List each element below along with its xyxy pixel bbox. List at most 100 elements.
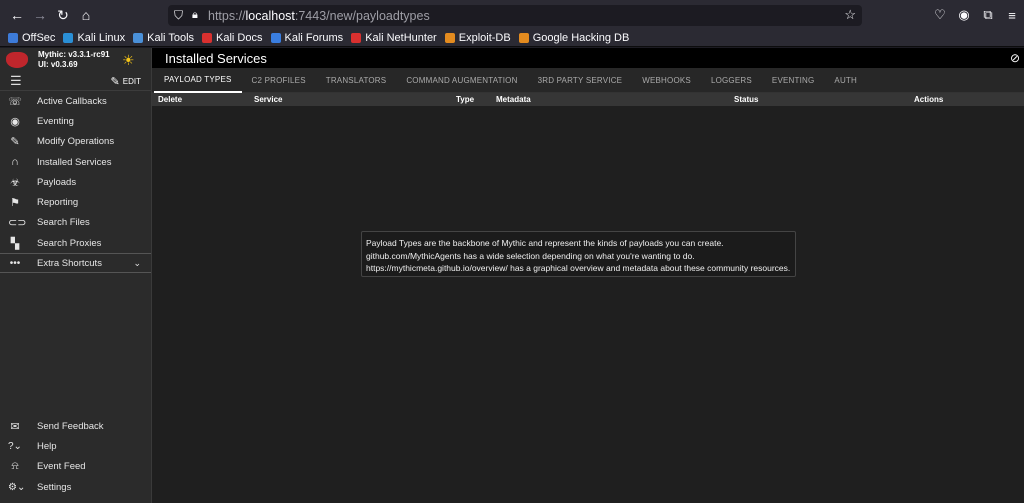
column-type: Type bbox=[456, 95, 475, 104]
bookmark-star-icon[interactable]: ☆ bbox=[844, 7, 856, 23]
extensions-icon[interactable]: ⧉ bbox=[976, 7, 1000, 23]
url-text[interactable]: https://localhost:7443/new/payloadtypes bbox=[208, 9, 430, 23]
bell-icon: ⍾ bbox=[11, 460, 19, 473]
sidebar-header: Mythic: v3.3.1-rc91 UI: v0.3.69 ☀ bbox=[0, 48, 151, 72]
info-message: Payload Types are the backbone of Mythic… bbox=[361, 231, 796, 277]
sidebar-item-send-feedback[interactable]: ✉ Send Feedback bbox=[0, 416, 151, 436]
sidebar-bottom-nav: ✉ Send Feedback ?⌄ Help ⍾ Event Feed ⚙⌄ Setting… bbox=[0, 416, 151, 497]
bookmark-favicon-icon bbox=[444, 33, 455, 43]
bookmark-favicon-icon bbox=[351, 33, 362, 43]
bookmark-item[interactable]: Kali Forums bbox=[270, 32, 344, 44]
tab-command-augmentation[interactable]: COMMAND AUGMENTATION bbox=[396, 68, 527, 93]
ui-version: UI: v0.3.69 bbox=[38, 60, 78, 69]
bookmarks-bar: OffSec Kali Linux Kali Tools Kali Docs Kali … bbox=[0, 30, 1024, 47]
home-icon[interactable]: ⌂ bbox=[75, 4, 97, 26]
bookmark-label: Kali Forums bbox=[284, 32, 344, 44]
sidebar-item-event-feed[interactable]: ⍾ Event Feed bbox=[0, 457, 151, 477]
sidebar-item-installed-services[interactable]: ∩ Installed Services bbox=[0, 152, 151, 172]
sidebar-item-label: Event Feed bbox=[37, 461, 86, 473]
mythic-version: Mythic: v3.3.1-rc91 bbox=[38, 50, 110, 59]
sidebar-item-settings[interactable]: ⚙⌄ Settings bbox=[0, 477, 151, 497]
bookmark-item[interactable]: Kali Tools bbox=[133, 32, 194, 44]
sidebar-item-label: Reporting bbox=[37, 197, 79, 209]
phone-callback-icon: ☏ bbox=[8, 95, 22, 108]
page-header: Installed Services ⊘ bbox=[152, 48, 1024, 68]
tab-payload-types[interactable]: PAYLOAD TYPES bbox=[154, 68, 242, 93]
tab-eventing[interactable]: EVENTING bbox=[762, 68, 825, 93]
info-line-1: Payload Types are the backbone of Mythic… bbox=[366, 238, 724, 248]
sidebar-item-label: Modify Operations bbox=[37, 136, 115, 148]
headphones-icon: ∩ bbox=[11, 156, 19, 169]
pocket-icon[interactable]: ♡ bbox=[928, 7, 952, 23]
url-bar[interactable]: ⛉ 🔒︎ https://localhost:7443/new/payloadt… bbox=[168, 5, 862, 26]
table-header: Delete Service Type Metadata Status Acti… bbox=[152, 93, 1024, 106]
edit-button[interactable]: ✎ EDIT bbox=[111, 75, 141, 88]
help-icon: ?⌄ bbox=[8, 440, 22, 452]
tab-loggers[interactable]: LOGGERS bbox=[701, 68, 762, 93]
mythic-logo[interactable] bbox=[6, 52, 28, 68]
sidebar-item-search-files[interactable]: ⊂⊃ Search Files bbox=[0, 213, 151, 233]
sidebar-item-help[interactable]: ?⌄ Help bbox=[0, 436, 151, 456]
sidebar-item-label: Help bbox=[37, 440, 57, 452]
bookmark-favicon-icon bbox=[270, 33, 281, 43]
main-content: Installed Services ⊘ PAYLOAD TYPES C2 PRO… bbox=[152, 48, 1024, 503]
bookmark-item[interactable]: Kali Linux bbox=[63, 32, 125, 44]
bookmark-label: Kali Docs bbox=[216, 32, 263, 44]
sidebar-item-label: Search Proxies bbox=[37, 237, 102, 249]
back-arrow-icon[interactable]: ← bbox=[6, 4, 28, 26]
bookmark-favicon-icon bbox=[518, 33, 529, 43]
tab-webhooks[interactable]: WEBHOOKS bbox=[632, 68, 701, 93]
shield-icon[interactable]: ⛉ bbox=[174, 8, 190, 23]
more-dots-icon: ••• bbox=[9, 257, 21, 269]
tab-3rd-party-service[interactable]: 3RD PARTY SERVICE bbox=[528, 68, 633, 93]
page-title: Installed Services bbox=[165, 50, 267, 66]
lock-icon[interactable]: 🔒︎ bbox=[192, 9, 208, 22]
info-line-2[interactable]: github.com/MythicAgents has a wide selec… bbox=[366, 250, 791, 263]
bookmark-item[interactable]: Kali NetHunter bbox=[351, 32, 437, 44]
biohazard-icon: ☣ bbox=[10, 176, 20, 189]
flag-icon: ⚑ bbox=[10, 197, 20, 210]
tab-translators[interactable]: TRANSLATORS bbox=[316, 68, 397, 93]
sidebar-item-reporting[interactable]: ⚑ Reporting bbox=[0, 192, 151, 212]
pencil-icon: ✎ bbox=[10, 136, 20, 149]
sidebar-item-label: Active Callbacks bbox=[37, 95, 107, 107]
sidebar-item-active-callbacks[interactable]: ☏ Active Callbacks bbox=[0, 91, 151, 111]
browser-toolbar: ← → ↻ ⌂ ⛉ 🔒︎ https://localhost:7443/new/… bbox=[0, 0, 1024, 30]
sidebar-item-payloads[interactable]: ☣ Payloads bbox=[0, 172, 151, 192]
account-icon[interactable]: ◉ bbox=[952, 7, 976, 23]
bookmark-item[interactable]: Google Hacking DB bbox=[518, 32, 630, 44]
theme-toggle-icon[interactable]: ☀ bbox=[122, 52, 135, 69]
sidebar-item-eventing[interactable]: ◉ Eventing bbox=[0, 111, 151, 131]
tab-c2-profiles[interactable]: C2 PROFILES bbox=[242, 68, 316, 93]
service-tabs: PAYLOAD TYPES C2 PROFILES TRANSLATORS COMMA… bbox=[152, 68, 1024, 93]
bookmark-item[interactable]: Kali Docs bbox=[202, 32, 263, 44]
info-line-3[interactable]: https://mythicmeta.github.io/overview/ h… bbox=[366, 262, 791, 275]
edit-label: EDIT bbox=[122, 76, 141, 86]
bookmark-label: Kali NetHunter bbox=[365, 32, 437, 44]
column-metadata: Metadata bbox=[496, 95, 531, 104]
bookmark-label: Kali Tools bbox=[147, 32, 195, 44]
extra-shortcuts[interactable]: ••• Extra Shortcuts ⌄ bbox=[0, 253, 151, 274]
hamburger-icon[interactable]: ☰ bbox=[10, 73, 22, 89]
sidebar-item-label: Search Files bbox=[37, 217, 90, 229]
chevron-down-icon: ⌄ bbox=[133, 257, 141, 268]
sidebar-item-search-proxies[interactable]: ▚ Search Proxies bbox=[0, 233, 151, 253]
sidebar-toolbar: ☰ ✎ EDIT bbox=[0, 72, 151, 91]
play-circle-icon: ◉ bbox=[10, 115, 20, 128]
bookmark-favicon-icon bbox=[133, 33, 144, 43]
socks-icon: ▚ bbox=[10, 237, 20, 250]
bookmark-label: Google Hacking DB bbox=[532, 32, 630, 44]
bookmark-label: OffSec bbox=[22, 32, 56, 44]
feedback-icon: ✉ bbox=[10, 420, 20, 433]
bookmark-item[interactable]: Exploit-DB bbox=[444, 32, 511, 44]
reload-icon[interactable]: ↻ bbox=[52, 4, 74, 26]
sidebar-item-modify-operations[interactable]: ✎ Modify Operations bbox=[0, 132, 151, 152]
tab-auth[interactable]: AUTH bbox=[824, 68, 867, 93]
eye-slash-icon[interactable]: ⊘ bbox=[1010, 51, 1020, 65]
version-info: Mythic: v3.3.1-rc91 UI: v0.3.69 bbox=[38, 50, 110, 70]
menu-icon[interactable]: ≡ bbox=[1000, 8, 1024, 23]
pencil-icon: ✎ bbox=[110, 75, 120, 88]
bookmark-item[interactable]: OffSec bbox=[8, 32, 55, 44]
column-actions: Actions bbox=[914, 95, 944, 104]
forward-arrow-icon[interactable]: → bbox=[29, 4, 51, 26]
